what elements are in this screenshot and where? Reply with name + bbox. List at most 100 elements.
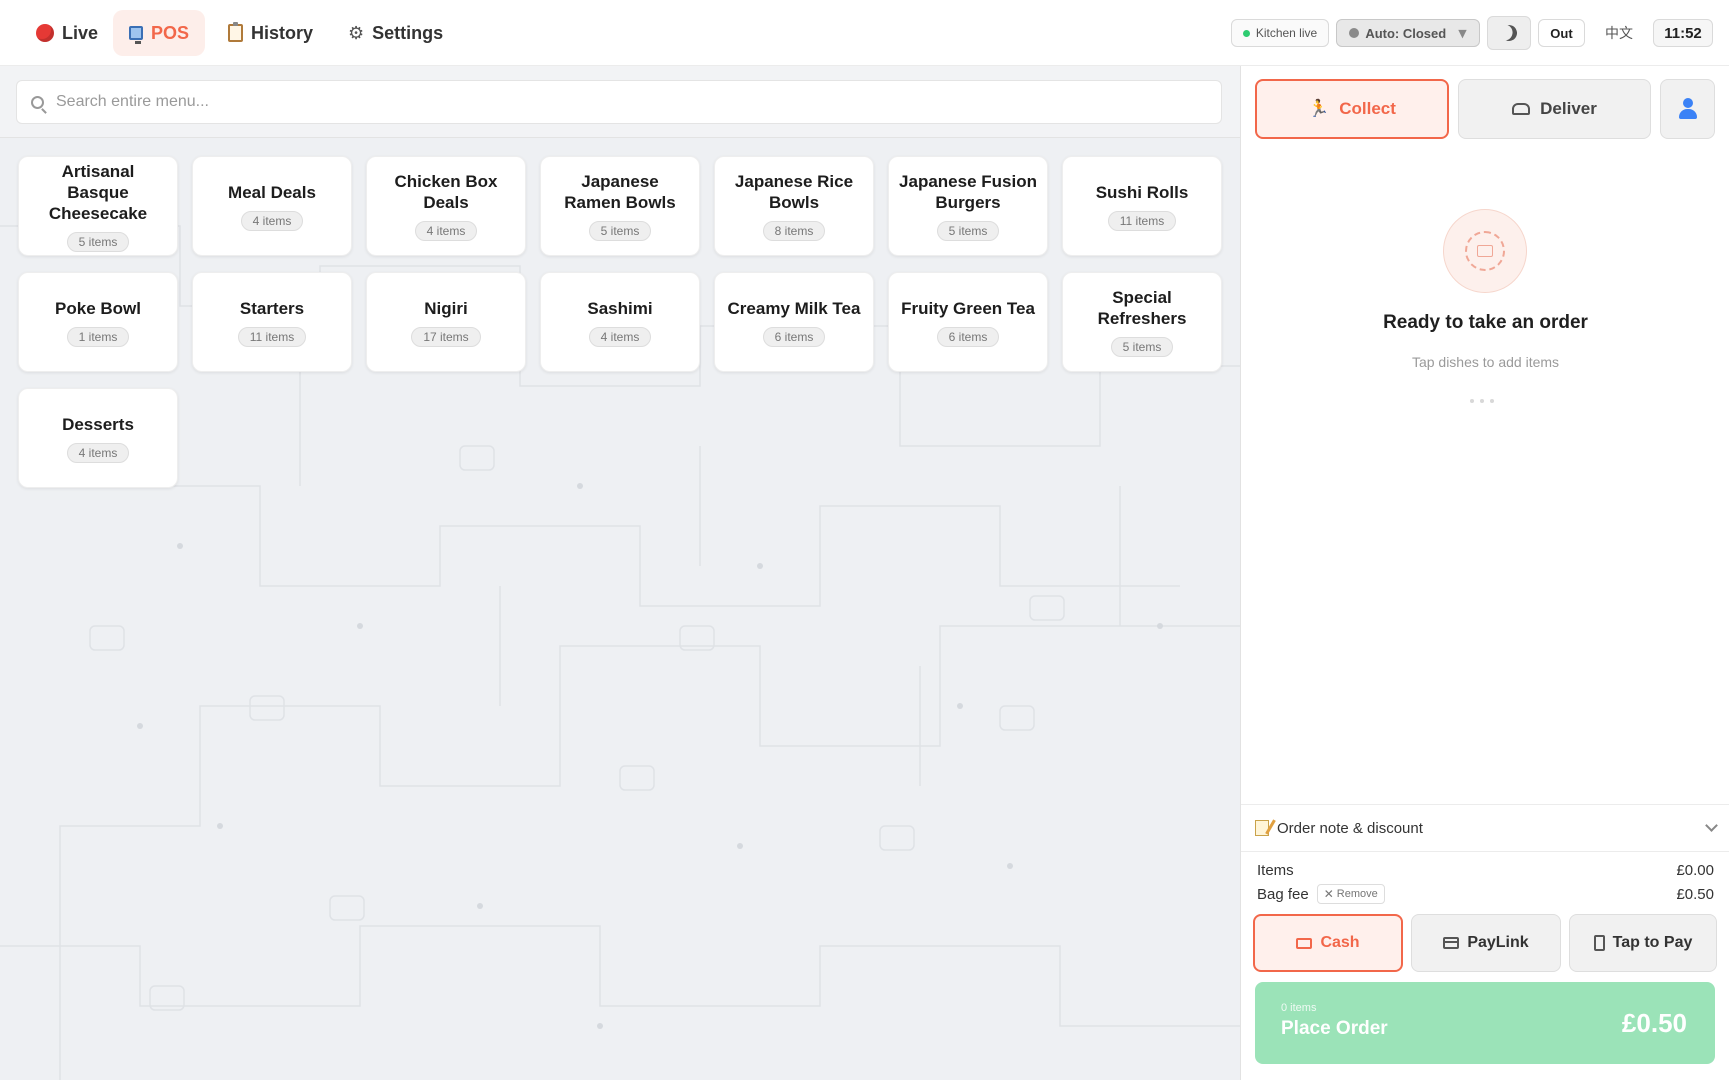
bag-fee-label: Bag fee <box>1257 885 1309 903</box>
category-item-count: 5 items <box>588 221 652 241</box>
cash-icon <box>1296 937 1313 949</box>
category-name: Meal Deals <box>228 182 316 202</box>
user-icon <box>1678 98 1698 120</box>
search-bar <box>0 66 1240 138</box>
category-name: Japanese Fusion Burgers <box>899 172 1037 212</box>
category-item-count: 6 items <box>762 326 826 347</box>
category-name: Desserts <box>62 414 134 434</box>
phone-icon <box>1593 935 1605 951</box>
category-name: Fruity Green Tea <box>901 298 1035 318</box>
category-name: Starters <box>239 298 305 318</box>
category-card[interactable]: Poke Bowl 1 items <box>18 272 178 372</box>
remove-label: Remove <box>1336 888 1378 900</box>
clock-text: 11:52 <box>1664 24 1702 42</box>
language-toggle[interactable]: 中文 <box>1598 19 1640 47</box>
category-card[interactable]: Meal Deals 4 items <box>192 156 352 256</box>
category-card[interactable]: Nigiri 17 items <box>366 272 526 372</box>
category-card[interactable]: Japanese Rice Bowls 8 items <box>714 156 874 256</box>
bag-fee-amount: £0.50 <box>1676 885 1714 903</box>
category-card[interactable]: Creamy Milk Tea 6 items <box>714 272 874 372</box>
category-card[interactable]: Desserts 4 items <box>18 388 178 488</box>
place-order-button[interactable]: 0 items Place Order £0.50 <box>1255 982 1715 1064</box>
order-total: £0.50 <box>1621 1008 1687 1038</box>
tab-settings-label: Settings <box>372 22 444 43</box>
tab-settings[interactable]: ⚙ Settings <box>332 10 459 56</box>
search-icon <box>31 95 44 109</box>
category-card[interactable]: Sashimi 4 items <box>540 272 700 372</box>
category-name: Creamy Milk Tea <box>727 298 861 318</box>
tab-pos[interactable]: POS <box>113 10 205 56</box>
remove-bag-fee-button[interactable]: ✕ Remove <box>1316 884 1385 904</box>
category-item-count: 4 items <box>414 221 478 241</box>
top-navigation-bar: Live POS History ⚙ Settings Kitchen live… <box>0 0 1729 66</box>
category-item-count: 1 items <box>66 326 130 347</box>
card-icon <box>1443 937 1460 949</box>
empty-order-illustration <box>1443 209 1527 293</box>
category-name: Sashimi <box>587 298 653 318</box>
category-name: Chicken Box Deals <box>394 172 498 212</box>
tap-to-pay-button[interactable]: Tap to Pay <box>1569 914 1717 972</box>
paylink-button[interactable]: PayLink <box>1411 914 1561 972</box>
close-icon: ✕ <box>1323 887 1334 901</box>
category-card[interactable]: Special Refreshers 5 items <box>1062 272 1222 372</box>
category-card[interactable]: Sushi Rolls 11 items <box>1062 156 1222 256</box>
search-input[interactable] <box>56 93 1156 111</box>
tab-history[interactable]: History <box>212 10 329 56</box>
order-item-count: 0 items <box>1281 1002 1317 1014</box>
category-name: Sushi Rolls <box>1095 182 1189 202</box>
monitor-icon <box>129 26 143 44</box>
category-card[interactable]: Japanese Ramen Bowls 5 items <box>540 156 700 256</box>
tab-live[interactable]: Live <box>20 10 114 56</box>
deliver-button[interactable]: Deliver <box>1458 79 1651 139</box>
menu-area: Artisanal Basque Cheesecake 5 items Meal D… <box>0 66 1240 1080</box>
search-box[interactable] <box>16 80 1222 124</box>
category-name: Nigiri <box>424 298 468 318</box>
customer-button[interactable] <box>1660 79 1715 139</box>
order-note-toggle[interactable]: Order note & discount <box>1241 804 1729 852</box>
category-name: Special Refreshers <box>1097 288 1187 328</box>
clipboard-icon <box>228 22 243 42</box>
category-card[interactable]: Japanese Fusion Burgers 5 items <box>888 156 1048 256</box>
loading-dots <box>1470 399 1494 403</box>
place-order-label: Place Order <box>1281 1018 1388 1039</box>
collect-label: Collect <box>1339 99 1396 118</box>
kitchen-status-text: Kitchen live <box>1255 26 1318 40</box>
category-card[interactable]: Starters 11 items <box>192 272 352 372</box>
auto-mode-dropdown[interactable]: Auto: Closed ▼ <box>1336 19 1480 47</box>
running-person-icon: 🏃 <box>1308 99 1330 119</box>
moon-icon <box>1499 23 1520 44</box>
auto-mode-text: Auto: Closed <box>1365 25 1447 41</box>
memo-icon <box>1255 820 1269 836</box>
category-card[interactable]: Fruity Green Tea 6 items <box>888 272 1048 372</box>
items-amount: £0.00 <box>1676 862 1714 879</box>
category-item-count: 4 items <box>588 326 652 347</box>
category-item-count: 5 items <box>1110 337 1174 357</box>
order-panel: 🏃 Collect Deliver Ready to take an order… <box>1240 66 1729 1080</box>
category-item-count: 5 items <box>936 221 1000 241</box>
tab-history-label: History <box>251 22 314 43</box>
cash-button[interactable]: Cash <box>1253 914 1403 972</box>
category-item-count: 11 items <box>1107 210 1177 231</box>
deliver-label: Deliver <box>1540 99 1597 118</box>
empty-order-subtitle: Tap dishes to add items <box>1411 354 1560 370</box>
category-name: Japanese Rice Bowls <box>734 172 854 212</box>
tap-to-pay-label: Tap to Pay <box>1612 934 1693 951</box>
category-card[interactable]: Chicken Box Deals 4 items <box>366 156 526 256</box>
dark-mode-toggle[interactable] <box>1487 16 1531 50</box>
clock-display: 11:52 <box>1653 19 1713 47</box>
category-name: Japanese Ramen Bowls <box>564 172 676 212</box>
category-card[interactable]: Artisanal Basque Cheesecake 5 items <box>18 156 178 256</box>
collect-button[interactable]: 🏃 Collect <box>1255 79 1449 139</box>
out-button[interactable]: Out <box>1538 19 1585 47</box>
chevron-down-icon <box>1705 819 1718 832</box>
category-name: Artisanal Basque Cheesecake <box>48 161 148 223</box>
chevron-down-icon: ▼ <box>1458 26 1467 40</box>
category-name: Poke Bowl <box>55 298 141 318</box>
cash-label: Cash <box>1320 934 1360 951</box>
bag-fee-row: Bag fee ✕ Remove £0.50 <box>1257 884 1714 904</box>
empty-order-title: Ready to take an order <box>1383 312 1588 333</box>
category-item-count: 6 items <box>936 326 1000 347</box>
items-label: Items <box>1257 862 1294 879</box>
tab-live-label: Live <box>62 22 99 43</box>
paylink-label: PayLink <box>1467 934 1529 951</box>
